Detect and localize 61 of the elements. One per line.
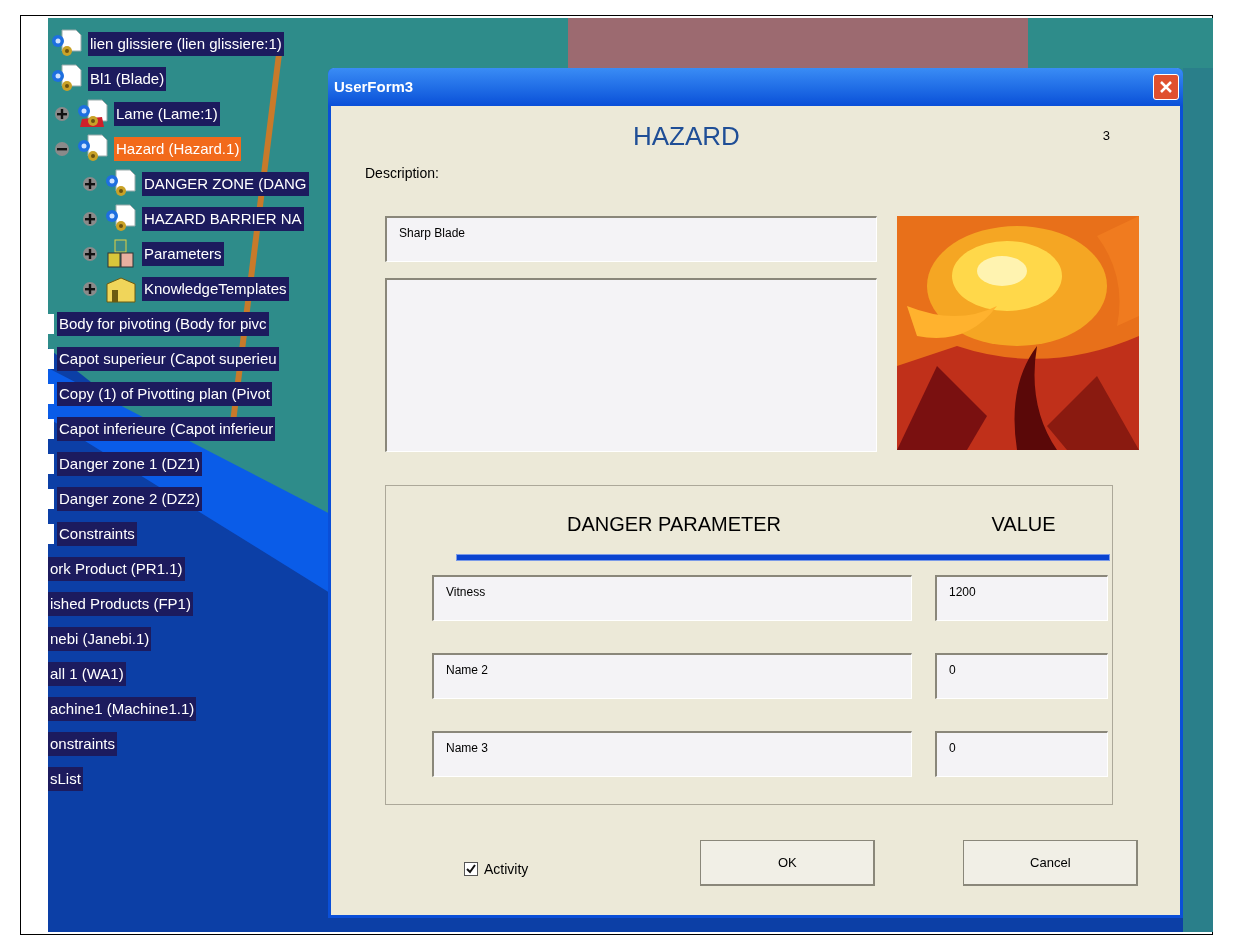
tree-item[interactable]: achine1 (Machine1.1) <box>48 697 197 721</box>
tree-item[interactable]: Danger zone 2 (DZ2) <box>57 487 202 511</box>
node-icon <box>48 384 54 404</box>
parameter-value-field[interactable]: 0 <box>935 731 1108 777</box>
expand-icon[interactable] <box>82 246 98 262</box>
tree-item[interactable]: sList <box>48 767 83 791</box>
column-header: DANGER PARAMETER <box>565 512 783 536</box>
product-icon <box>104 169 138 199</box>
parameter-value-field[interactable]: 1200 <box>935 575 1108 621</box>
tree-item[interactable]: Capot inferieure (Capot inferieur <box>57 417 276 441</box>
tree-item[interactable]: ished Products (FP1) <box>48 592 193 616</box>
product-icon <box>50 64 84 94</box>
checkbox[interactable] <box>464 862 478 876</box>
expand-icon[interactable] <box>82 211 98 227</box>
part-icon <box>76 99 110 129</box>
expand-icon[interactable] <box>54 106 70 122</box>
tree-item[interactable]: ork Product (PR1.1) <box>48 557 185 581</box>
description-field[interactable]: Sharp Blade <box>385 216 877 262</box>
close-icon <box>1159 80 1173 94</box>
collapse-icon[interactable] <box>54 141 70 157</box>
tree-item[interactable]: lien glissiere (lien glissiere:1) <box>88 32 284 56</box>
tree-item[interactable]: Lame (Lame:1) <box>114 102 220 126</box>
tree-item[interactable]: Bl1 (Blade) <box>88 67 167 91</box>
tree-item[interactable]: Copy (1) of Pivotting plan (Pivot <box>57 382 272 406</box>
expand-icon[interactable] <box>82 176 98 192</box>
parameter-name-field[interactable]: Vitness <box>432 575 912 621</box>
column-header: VALUE <box>990 512 1057 536</box>
tree-item[interactable]: all 1 (WA1) <box>48 662 126 686</box>
node-icon <box>48 454 54 474</box>
product-icon <box>76 134 110 164</box>
node-icon <box>48 489 54 509</box>
tree-item[interactable]: Body for pivoting (Body for pivc <box>57 312 269 336</box>
tree-item[interactable]: Constraints <box>57 522 137 546</box>
product-icon <box>104 204 138 234</box>
activity-checkbox[interactable]: Activity <box>464 858 529 880</box>
parameter-name-field[interactable]: Name 3 <box>432 731 912 777</box>
check-icon <box>466 864 476 874</box>
record-counter: 3 <box>1102 127 1110 146</box>
tree-item[interactable]: nebi (Janebi.1) <box>48 627 152 651</box>
node-icon <box>48 314 54 334</box>
node-icon <box>48 349 54 369</box>
form-heading: HAZARD <box>633 120 740 152</box>
tree-item[interactable]: KnowledgeTemplates <box>142 277 289 301</box>
notes-field[interactable] <box>385 278 877 452</box>
node-icon <box>48 419 54 439</box>
ok-button[interactable]: OK <box>700 840 876 886</box>
tree-item[interactable]: onstraints <box>48 732 118 756</box>
description-label: Description: <box>365 164 439 182</box>
expand-icon[interactable] <box>82 281 98 297</box>
tree-item[interactable]: DANGER ZONE (DANG <box>142 172 309 196</box>
product-icon <box>50 29 84 59</box>
node-icon <box>48 524 54 544</box>
parameter-name-field[interactable]: Name 2 <box>432 653 912 699</box>
close-button[interactable] <box>1153 74 1179 100</box>
parameter-value-field[interactable]: 0 <box>935 653 1108 699</box>
tree-item[interactable]: Danger zone 1 (DZ1) <box>57 452 202 476</box>
tree-item[interactable]: HAZARD BARRIER NA <box>142 207 304 231</box>
tree-item[interactable]: Parameters <box>142 242 224 266</box>
window-title: UserForm3 <box>334 76 414 97</box>
cancel-button[interactable]: Cancel <box>963 840 1139 886</box>
tree-item[interactable]: Capot superieur (Capot superieu <box>57 347 279 371</box>
